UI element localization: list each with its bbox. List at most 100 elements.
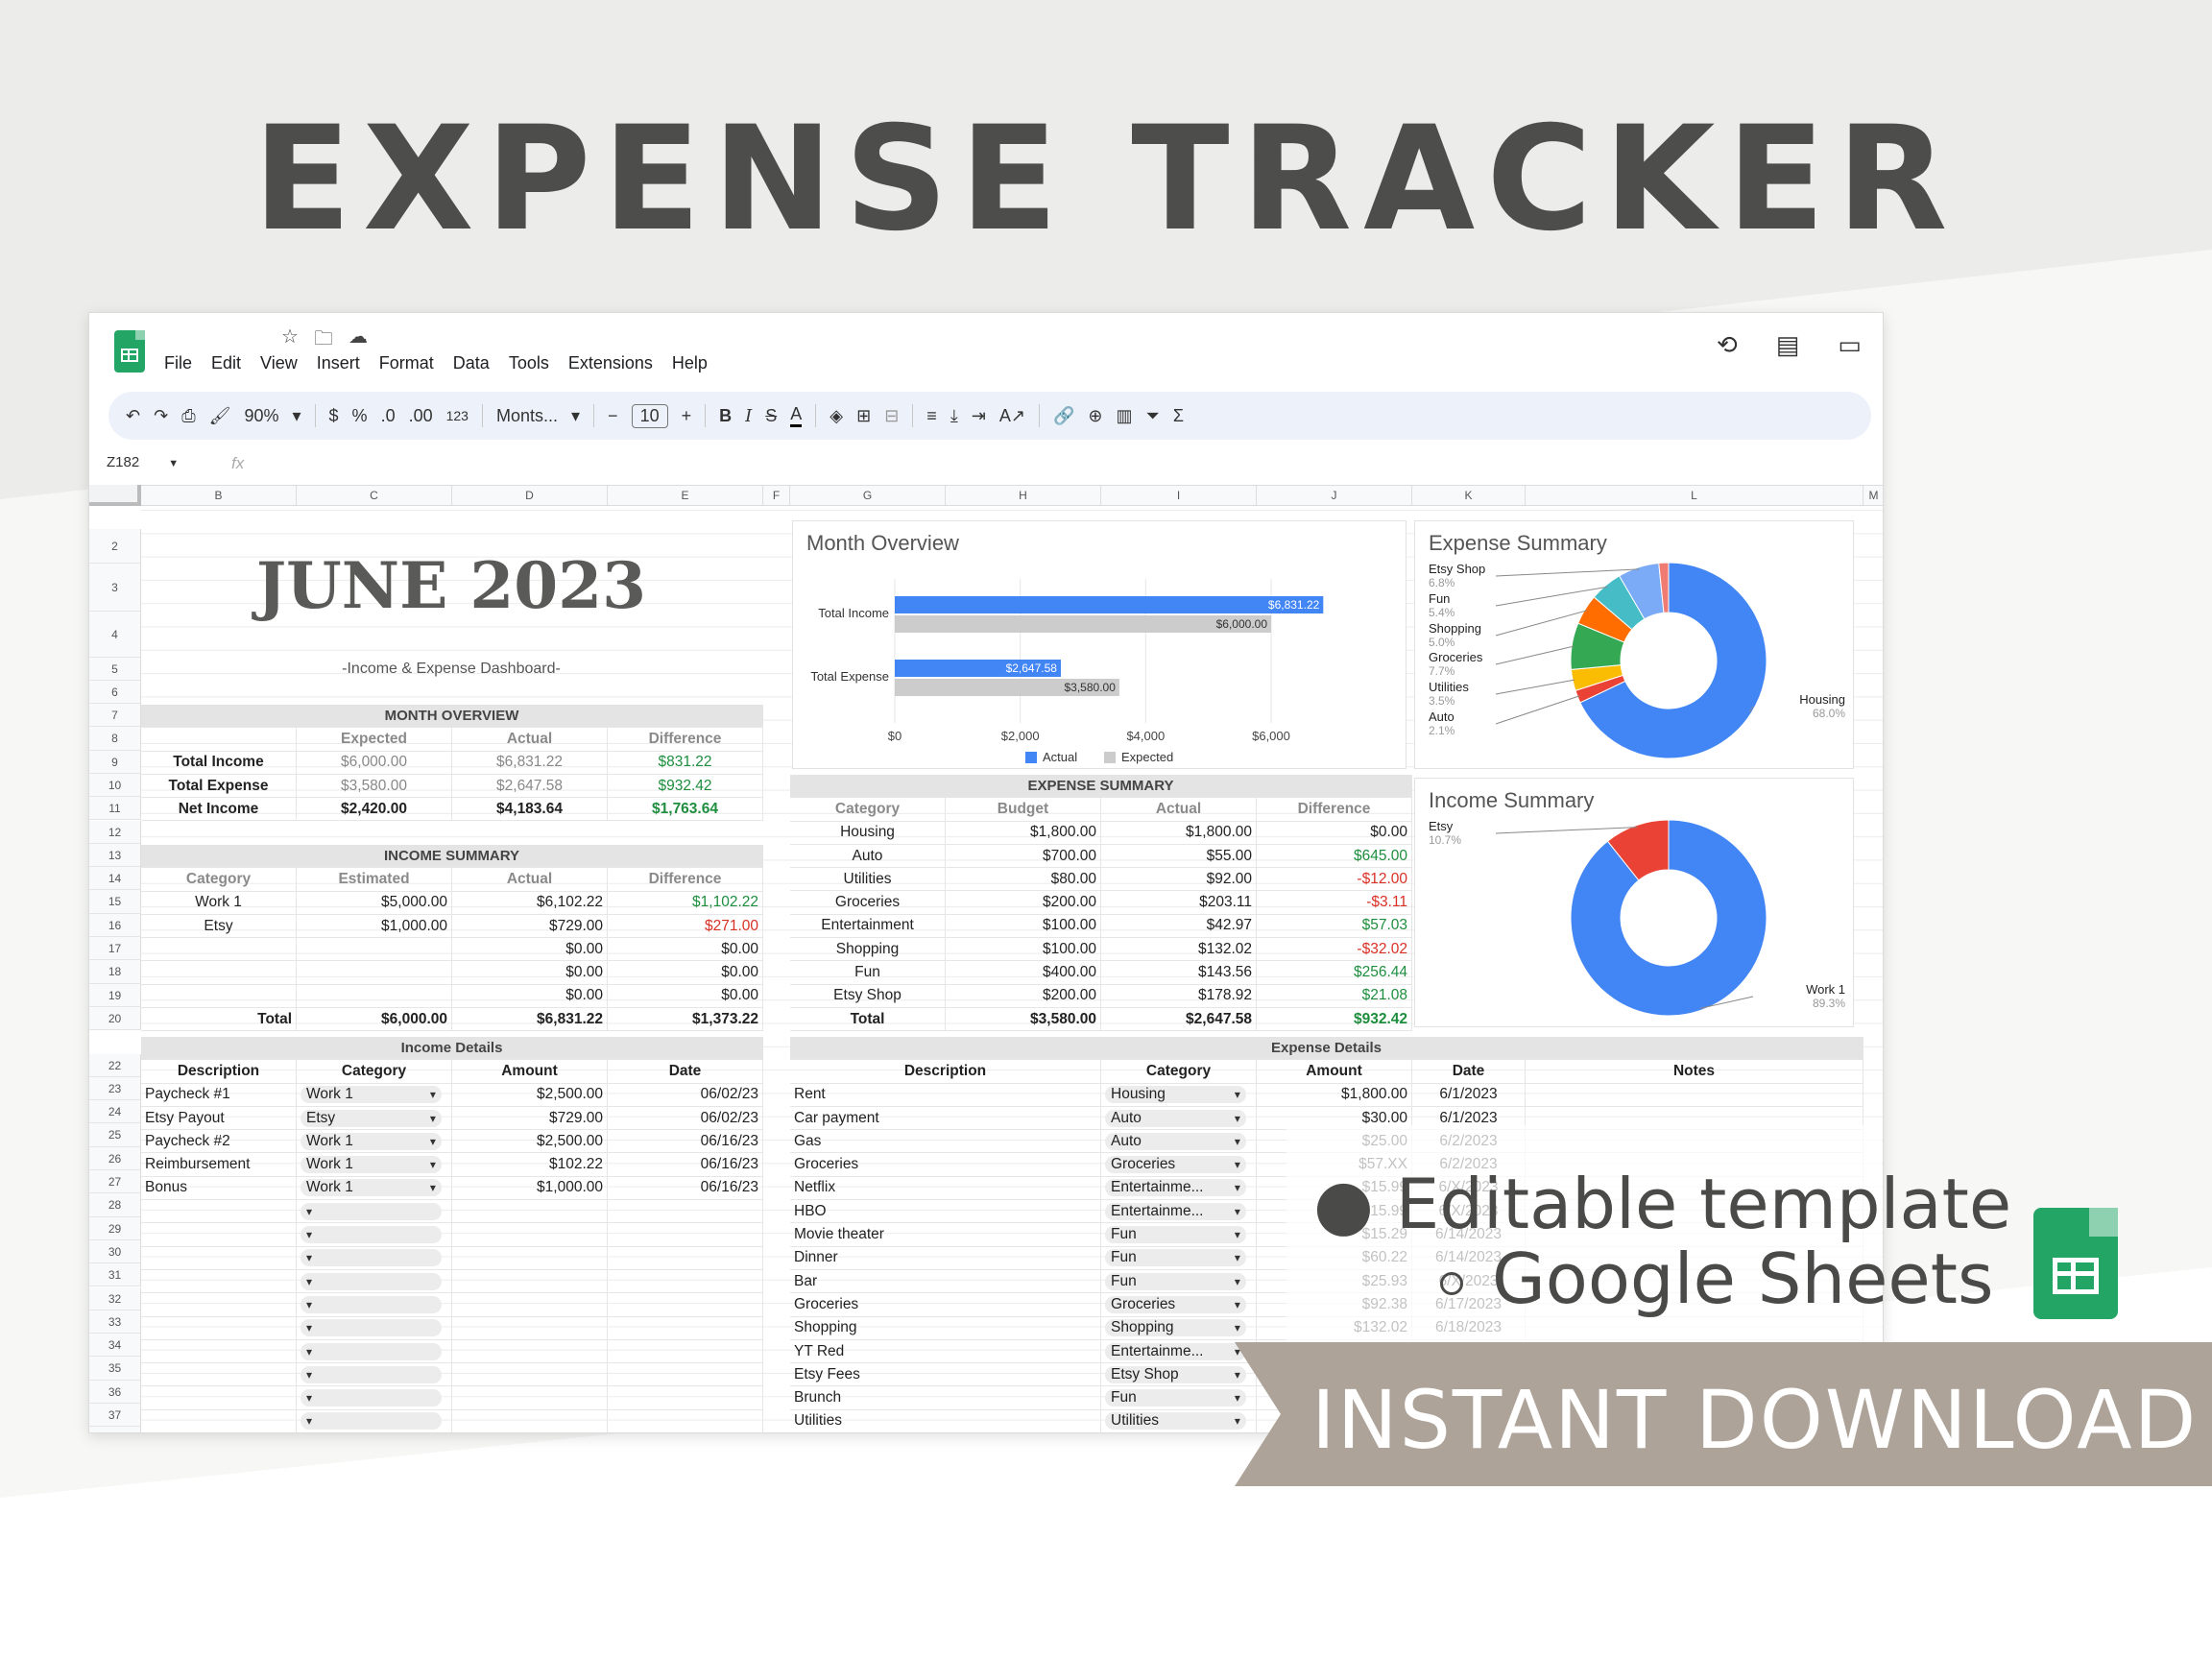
table-cell[interactable]: $1,763.64 bbox=[608, 798, 763, 821]
row-header[interactable]: 30 bbox=[89, 1239, 141, 1264]
row-header[interactable]: 14 bbox=[89, 867, 141, 891]
row-header[interactable]: 8 bbox=[89, 727, 141, 751]
table-cell[interactable]: $256.44 bbox=[1257, 961, 1412, 984]
table-cell[interactable]: Auto bbox=[790, 844, 946, 868]
select-all-corner[interactable] bbox=[89, 485, 141, 506]
table-cell[interactable] bbox=[608, 1223, 763, 1246]
column-header-m[interactable]: M bbox=[1863, 486, 1883, 505]
meet-icon[interactable]: ▭ bbox=[1838, 330, 1862, 360]
table-cell[interactable]: $6,831.22 bbox=[452, 751, 608, 774]
menu-view[interactable]: View bbox=[260, 353, 298, 373]
table-cell[interactable]: Netflix bbox=[790, 1176, 1101, 1200]
insert-chart-icon[interactable]: ▥ bbox=[1116, 406, 1132, 426]
category-dropdown[interactable]: Work 1 bbox=[301, 1179, 442, 1197]
table-cell[interactable]: Total bbox=[790, 1007, 946, 1031]
table-cell[interactable]: -$3.11 bbox=[1257, 891, 1412, 914]
table-cell[interactable]: $0.00 bbox=[452, 984, 608, 1008]
table-cell[interactable]: 06/02/23 bbox=[608, 1083, 763, 1106]
table-cell[interactable]: $200.00 bbox=[946, 984, 1101, 1007]
row-header[interactable]: 7 bbox=[89, 704, 141, 728]
category-dropdown[interactable]: Housing bbox=[1105, 1086, 1246, 1104]
row-header[interactable]: 17 bbox=[89, 937, 141, 961]
text-rotation-icon[interactable]: A↗ bbox=[999, 406, 1025, 426]
insert-comment-icon[interactable]: ⊕ bbox=[1088, 406, 1102, 426]
table-cell[interactable]: $42.97 bbox=[1101, 914, 1257, 938]
bar-expected[interactable] bbox=[895, 615, 1271, 633]
column-header-e[interactable]: E bbox=[608, 486, 763, 505]
category-dropdown[interactable] bbox=[301, 1295, 442, 1313]
text-wrap-icon[interactable]: ⇥ bbox=[972, 406, 986, 426]
category-dropdown[interactable] bbox=[301, 1319, 442, 1337]
table-cell[interactable]: Etsy Shop bbox=[1101, 1363, 1257, 1386]
column-header-h[interactable]: H bbox=[946, 486, 1101, 505]
table-cell[interactable]: $4,183.64 bbox=[452, 798, 608, 821]
table-cell[interactable] bbox=[608, 1386, 763, 1409]
print-icon[interactable]: ⎙ bbox=[181, 406, 195, 426]
table-cell[interactable] bbox=[1526, 1083, 1863, 1106]
column-header-g[interactable]: G bbox=[790, 486, 946, 505]
table-cell[interactable] bbox=[141, 1246, 297, 1269]
table-cell[interactable]: $400.00 bbox=[946, 961, 1101, 984]
table-cell[interactable]: Utilities bbox=[790, 868, 946, 891]
bold-icon[interactable]: B bbox=[719, 406, 732, 426]
table-cell[interactable]: Paycheck #2 bbox=[141, 1130, 297, 1153]
category-dropdown[interactable]: Fun bbox=[1105, 1226, 1246, 1244]
table-cell[interactable]: HBO bbox=[790, 1200, 1101, 1223]
table-cell[interactable] bbox=[608, 1269, 763, 1293]
table-cell[interactable] bbox=[608, 1293, 763, 1316]
table-cell[interactable]: $2,647.58 bbox=[452, 774, 608, 798]
row-header[interactable]: 31 bbox=[89, 1263, 141, 1287]
row-header[interactable]: 10 bbox=[89, 773, 141, 798]
table-cell[interactable] bbox=[297, 1200, 452, 1223]
chevron-down-icon[interactable]: ▾ bbox=[571, 406, 580, 426]
row-header[interactable]: 16 bbox=[89, 913, 141, 937]
table-cell[interactable]: $6,102.22 bbox=[452, 891, 608, 914]
row-header[interactable]: 33 bbox=[89, 1310, 141, 1334]
table-cell[interactable]: $3,580.00 bbox=[297, 774, 452, 798]
column-header-d[interactable]: D bbox=[452, 486, 608, 505]
cloud-status-icon[interactable]: ☁ bbox=[349, 325, 368, 357]
table-cell[interactable]: Etsy Fees bbox=[790, 1363, 1101, 1386]
table-cell[interactable]: Movie theater bbox=[790, 1223, 1101, 1246]
category-dropdown[interactable]: Groceries bbox=[1105, 1156, 1246, 1174]
table-cell[interactable]: Work 1 bbox=[297, 1083, 452, 1106]
table-cell[interactable]: Utilities bbox=[790, 1409, 1101, 1432]
category-dropdown[interactable] bbox=[301, 1389, 442, 1407]
table-cell[interactable] bbox=[452, 1200, 608, 1223]
table-cell[interactable]: Work 1 bbox=[297, 1153, 452, 1176]
row-header[interactable]: 24 bbox=[89, 1100, 141, 1124]
table-cell[interactable]: $80.00 bbox=[946, 868, 1101, 891]
table-cell[interactable]: $1,800.00 bbox=[1257, 1083, 1412, 1106]
table-cell[interactable]: $143.56 bbox=[1101, 961, 1257, 984]
table-cell[interactable] bbox=[452, 1223, 608, 1246]
font-size-increase-button[interactable]: + bbox=[682, 406, 692, 426]
font-size-decrease-button[interactable]: − bbox=[608, 406, 618, 426]
category-dropdown[interactable] bbox=[301, 1202, 442, 1220]
table-cell[interactable]: $100.00 bbox=[946, 914, 1101, 938]
table-cell[interactable] bbox=[297, 1386, 452, 1409]
table-cell[interactable] bbox=[141, 1363, 297, 1386]
table-cell[interactable]: 06/16/23 bbox=[608, 1130, 763, 1153]
table-cell[interactable] bbox=[452, 1246, 608, 1269]
table-cell[interactable]: Rent bbox=[790, 1083, 1101, 1106]
category-dropdown[interactable]: Auto bbox=[1105, 1132, 1246, 1150]
table-cell[interactable]: Shopping bbox=[790, 1316, 1101, 1339]
menu-insert[interactable]: Insert bbox=[317, 353, 360, 373]
category-dropdown[interactable]: Work 1 bbox=[301, 1132, 442, 1150]
table-cell[interactable]: Reimbursement bbox=[141, 1153, 297, 1176]
table-cell[interactable]: $0.00 bbox=[452, 961, 608, 984]
table-cell[interactable]: Work 1 bbox=[297, 1130, 452, 1153]
name-box[interactable]: Z182 ▼ bbox=[107, 454, 179, 470]
row-header[interactable]: 15 bbox=[89, 890, 141, 914]
table-cell[interactable]: $0.00 bbox=[452, 938, 608, 961]
table-cell[interactable] bbox=[141, 984, 297, 1008]
table-cell[interactable]: Groceries bbox=[1101, 1153, 1257, 1176]
row-header[interactable]: 27 bbox=[89, 1170, 141, 1194]
table-cell[interactable] bbox=[297, 1246, 452, 1269]
table-cell[interactable] bbox=[608, 1316, 763, 1339]
table-cell[interactable] bbox=[297, 1316, 452, 1339]
table-cell[interactable] bbox=[452, 1363, 608, 1386]
table-cell[interactable]: Total Income bbox=[141, 751, 297, 774]
formula-bar-icon[interactable]: fx bbox=[231, 454, 244, 473]
row-header[interactable]: 13 bbox=[89, 843, 141, 868]
